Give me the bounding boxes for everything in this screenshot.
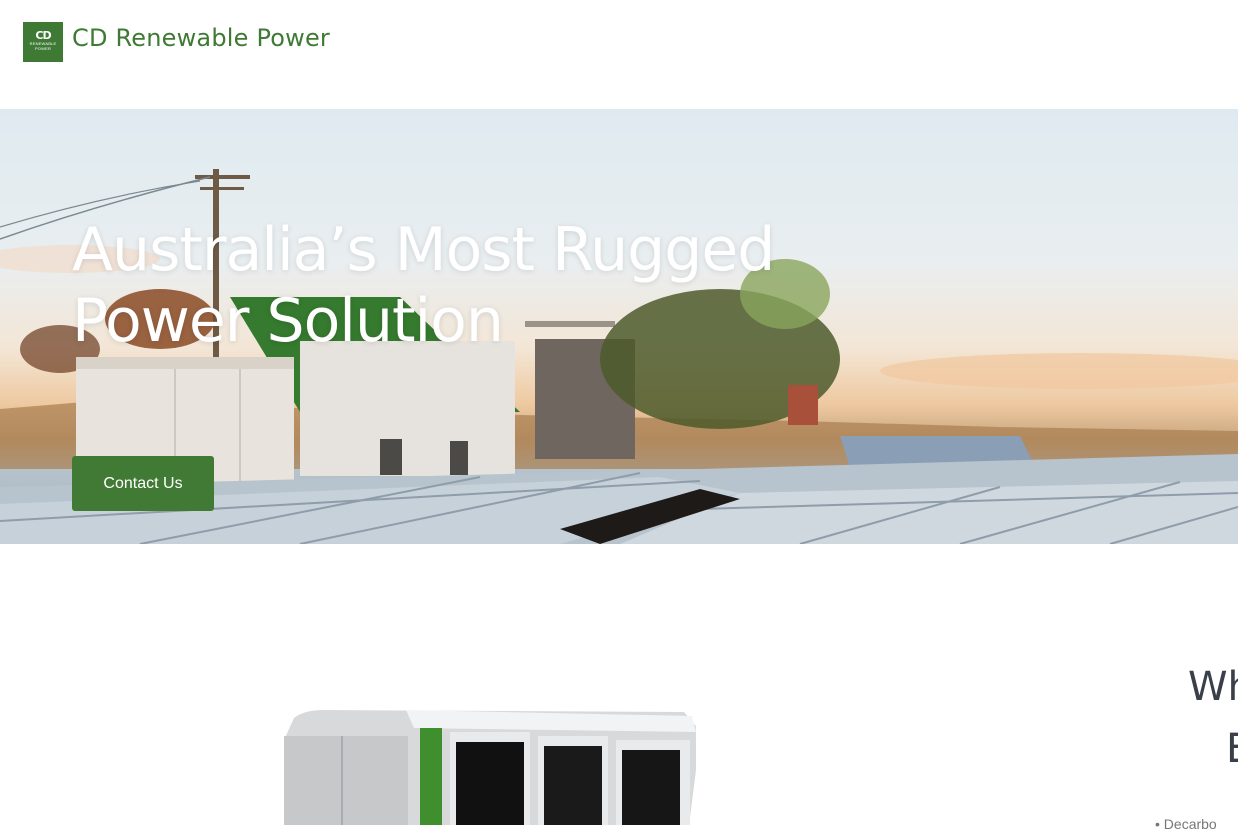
hero-title-line1: Australia’s Most Rugged — [72, 215, 775, 285]
contact-us-button[interactable]: Contact Us — [72, 456, 214, 511]
logo-mark: CD — [35, 29, 51, 42]
features-section: Wh E • Decarbo — [0, 544, 1238, 832]
brand-logo-icon[interactable]: CD RENEWABLE POWER — [23, 22, 63, 62]
feature-bullet-text: Decarbo — [1163, 816, 1217, 832]
section-heading-line1: Wh — [1188, 664, 1238, 710]
hero-title-line2: Power Solution — [72, 286, 504, 356]
section-heading-line2: E — [1226, 726, 1238, 772]
logo-subtext: RENEWABLE POWER — [29, 41, 57, 51]
site-header: CD RENEWABLE POWER CD Renewable Power — [0, 0, 1238, 109]
feature-bullet: • Decarbo — [1155, 816, 1217, 832]
hero-title: Australia’s Most Rugged Power Solution — [72, 215, 775, 357]
battery-cabinet-image — [284, 710, 696, 825]
hero-banner: Australia’s Most Rugged Power Solution C… — [0, 109, 1238, 544]
brand-name[interactable]: CD Renewable Power — [72, 24, 330, 52]
